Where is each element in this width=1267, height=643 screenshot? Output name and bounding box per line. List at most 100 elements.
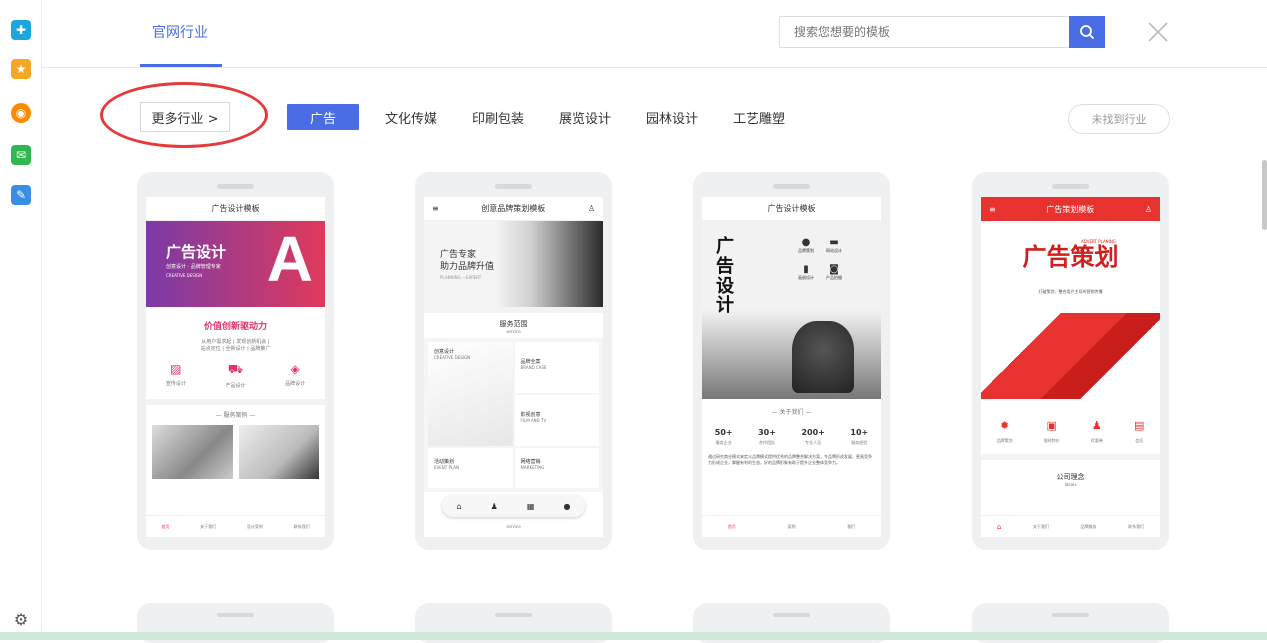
nav-item: 联系我们 (1128, 523, 1145, 529)
user-icon: ♙ (1144, 204, 1152, 214)
template-search-input[interactable] (779, 16, 1069, 48)
chat-icon: ● (563, 501, 571, 511)
service-label: 宣传设计 (165, 381, 186, 387)
stat-number: 30+ (758, 428, 776, 437)
banner-english: PLANNING —EXPERT (440, 275, 482, 280)
more-industries-button[interactable]: 更多行业 > (140, 102, 230, 132)
mail-icon[interactable]: ✉ (11, 145, 31, 165)
template-card[interactable]: 广告设计模板 广告设计 创意设计 · 品牌管理专家 CREATIVE DESIG… (137, 172, 334, 550)
nav-item: 我们 (847, 523, 856, 529)
vertical-heading: 广告设计 (716, 236, 734, 317)
notes-icon[interactable]: ✎ (11, 185, 31, 205)
category-print-package[interactable]: 印刷包装 (472, 104, 524, 130)
stat-label: 合作团队 (759, 440, 776, 445)
template-title: 广告策划模板 (1046, 204, 1095, 214)
icon-label: 品牌策划 (798, 248, 814, 253)
nav-item: 首页 (727, 523, 736, 529)
template-title: 广告设计模板 (146, 197, 325, 221)
slogan: 价值创新驱动力 (203, 322, 267, 332)
settings-gear-icon[interactable]: ⚙ (11, 609, 31, 629)
template-card[interactable]: ≡ 创意品牌策划模板 ♙ 广告专家 助力品牌升值 PLANNING —EXPER… (415, 172, 612, 550)
phone-notch (217, 184, 254, 189)
scrollbar[interactable] (1262, 160, 1267, 230)
category-ad[interactable]: 广告 (287, 104, 359, 130)
search-icon (1080, 25, 1095, 40)
template-banner: 广告设计 ● 品牌策划 ▬ 网站设计 ▮ 画册设计 ◙ 产品拍摄 (702, 221, 881, 399)
book-icon: ▮ (803, 264, 809, 275)
home-icon: ⌂ (456, 501, 462, 511)
category-garden-design[interactable]: 园林设计 (646, 104, 698, 130)
template-banner: 广告策划 ADVERT PLANING 打破策划、整合用户主导的营销传播 (981, 221, 1160, 399)
phone-notch (773, 184, 810, 189)
phone-notch (495, 184, 532, 189)
tab-official-industry[interactable]: 官网行业 (152, 22, 208, 42)
monitor-icon: ▬ (829, 237, 839, 248)
person-icon: ♟ (1091, 419, 1102, 432)
favorites-star-icon[interactable]: ★ (11, 59, 31, 79)
service-icons: ▨ 宣传设计 ⛟ 产品设计 ◈ 品牌设计 (146, 362, 325, 389)
floating-nav: ⌂ ♟ ▦ ● (442, 495, 585, 517)
case-images (146, 419, 325, 485)
service-label: 产品设计 (225, 383, 246, 389)
bulb-icon: ✹ (999, 419, 1010, 432)
tile-cn: 创意设计 (434, 349, 455, 355)
category-craft-sculpture[interactable]: 工艺雕塑 (733, 104, 785, 130)
feature-label: 会员 (1135, 438, 1144, 443)
feature-label: 优惠券 (1090, 438, 1103, 443)
picture-icon: ▨ (170, 362, 182, 376)
top-bar: 官网行业 (42, 0, 1267, 68)
stat-number: 50+ (714, 428, 733, 437)
desc-line: 从用户需求起 | 发现创新机会 | (201, 339, 270, 345)
feature-item: ✹ 品牌策划 (997, 419, 1013, 444)
stat: 200+ 专业人员 (801, 428, 824, 446)
close-icon[interactable] (1146, 20, 1170, 44)
user-icon: ♟ (490, 501, 498, 511)
tab-underline (140, 64, 222, 67)
feature-item: ▤ 会员 (1134, 419, 1144, 444)
section-title: 公司理念 (1056, 473, 1085, 481)
service-label: 品牌设计 (285, 381, 306, 387)
category-culture-media[interactable]: 文化传媒 (385, 104, 437, 130)
category-exhibit-design[interactable]: 展览设计 (559, 104, 611, 130)
app-cube-icon[interactable]: ✚ (11, 20, 31, 40)
stat: 10+ 服务经验 (850, 428, 868, 446)
tile-cn: 影视创意 (520, 412, 541, 418)
banner-icon-item: ◙ 产品拍摄 (826, 264, 842, 281)
phone-notch (1052, 613, 1089, 617)
desc-line: 站点定位 | 全新设计 | 品牌推广 (200, 346, 271, 352)
industry-not-found-button[interactable]: 未找到行业 (1068, 104, 1170, 134)
stat: 30+ 合作团队 (758, 428, 776, 446)
stats-row: 50+ 服务企业 30+ 合作团队 200+ 专业人员 10+ 服务经验 (702, 428, 881, 446)
service-tiles: 创意设计 CREATIVE DESIGN 品牌全案 BRAND CASE 影视创意 F… (424, 338, 603, 492)
icon-label: 网站设计 (826, 248, 842, 253)
service-item: ⛟ 产品设计 (225, 362, 245, 389)
template-preview: ≡ 创意品牌策划模板 ♙ 广告专家 助力品牌升值 PLANNING —EXPER… (424, 197, 603, 537)
tile: 活动策划 EVENT PLAN (428, 448, 513, 488)
phone-notch (773, 613, 810, 617)
nav-item: 联系我们 (293, 523, 310, 529)
phone-notch (217, 613, 254, 617)
template-title: 广告设计模板 (702, 197, 881, 221)
search-button[interactable] (1069, 16, 1105, 48)
banner-subtitle: 打破策划、整合用户主导的营销传播 (1038, 289, 1103, 294)
nav-item: 设计案例 (246, 523, 263, 529)
camera-icon: ◙ (829, 264, 839, 275)
template-card[interactable]: ≡ 广告策划模板 ♙ 广告策划 ADVERT PLANING 打破策划、整合用户… (972, 172, 1169, 550)
taskbar (0, 632, 1267, 640)
template-card[interactable]: 广告设计模板 广告设计 ● 品牌策划 ▬ 网站设计 ▮ 画册设计 ◙ 产品拍摄 — 关于… (693, 172, 890, 550)
template-preview: 广告设计模板 广告设计 ● 品牌策划 ▬ 网站设计 ▮ 画册设计 ◙ 产品拍摄 — 关于… (702, 197, 881, 537)
section-english: service (506, 329, 521, 334)
banner-letter-graphic: A (266, 223, 313, 295)
weibo-icon[interactable]: ◉ (11, 103, 31, 123)
banner-english: CREATIVE DESIGN (166, 273, 203, 278)
banner-heading: 广告设计 (166, 243, 227, 261)
nav-item: 关于我们 (200, 523, 217, 529)
about-paragraph: 通过研究商业模式来定义品牌模式提供优秀的品牌整合解决方案，令品牌形成发展，更具竞… (708, 454, 872, 466)
template-banner: 广告设计 创意设计 · 品牌管理专家 CREATIVE DESIGN A (146, 221, 325, 307)
case-image (152, 425, 233, 479)
tile: 创意设计 CREATIVE DESIGN (428, 342, 513, 446)
feature-label: 限时特价 (1043, 438, 1060, 443)
phone-bottom-nav: ⌂ 关于我们 品牌服务 联系我们 (981, 515, 1160, 537)
stat-number: 10+ (850, 428, 869, 437)
lion-statue-image (792, 321, 854, 393)
